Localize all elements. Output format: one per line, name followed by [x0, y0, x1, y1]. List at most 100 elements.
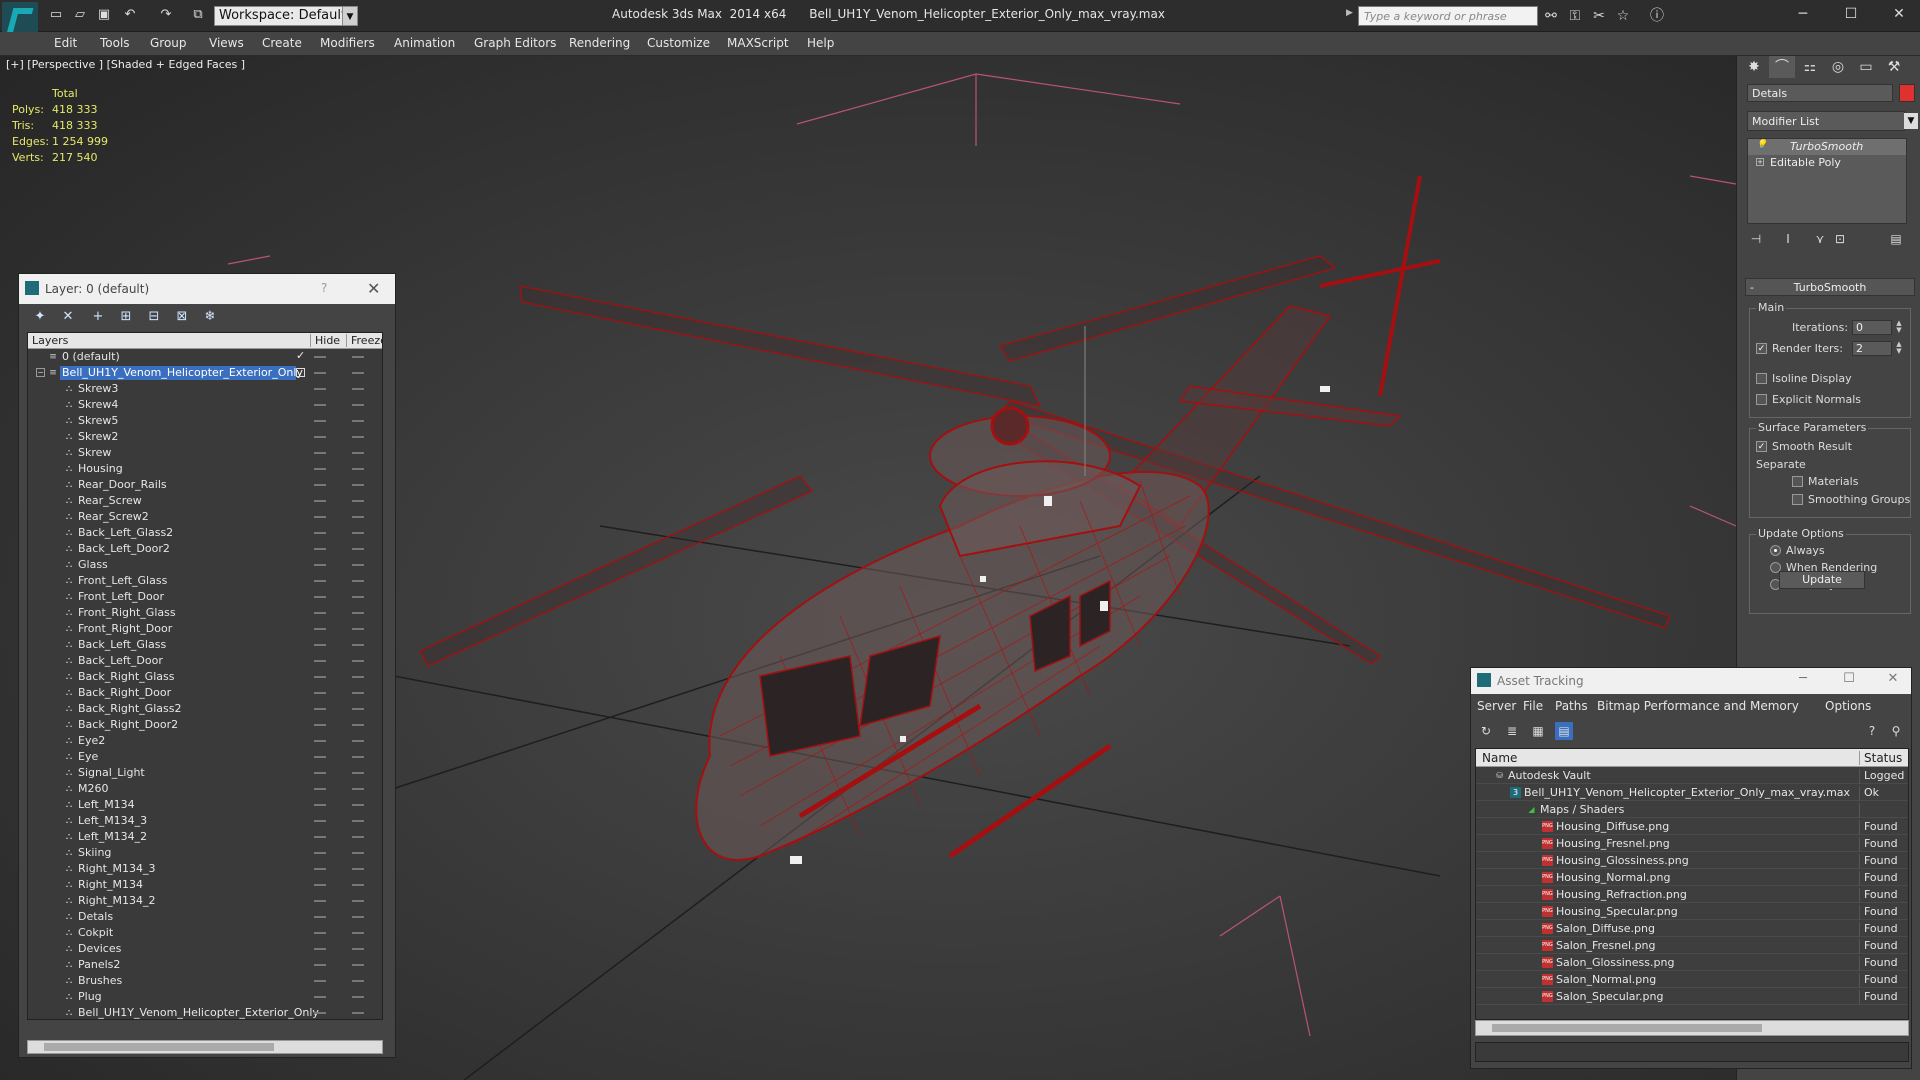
- asset-row[interactable]: PNG Salon_Normal.png Found: [1476, 971, 1908, 988]
- hide-toggle[interactable]: [314, 356, 326, 358]
- layer-row[interactable]: ⛬ Right_M134_2: [28, 893, 382, 909]
- freeze-toggle[interactable]: [352, 452, 364, 454]
- layer-row[interactable]: ⛬ Back_Right_Glass: [28, 669, 382, 685]
- expand-icon[interactable]: [36, 352, 45, 361]
- freeze-toggle[interactable]: [352, 468, 364, 470]
- freeze-toggle[interactable]: [352, 788, 364, 790]
- chevron-down-icon[interactable]: ▼: [1904, 113, 1918, 129]
- hide-toggle[interactable]: [314, 516, 326, 518]
- scrollbar-thumb[interactable]: [1492, 1024, 1762, 1032]
- asset-menu-paths[interactable]: Paths: [1555, 699, 1588, 713]
- layer-row[interactable]: ⛬ Back_Right_Door2: [28, 717, 382, 733]
- layer-row[interactable]: − ≡ Bell_UH1Y_Venom_Helicopter_Exterior_On…: [28, 365, 382, 381]
- open-file-icon[interactable]: ▱: [72, 7, 88, 23]
- asset-menu-options[interactable]: Options: [1825, 699, 1871, 713]
- freeze-toggle[interactable]: [352, 932, 364, 934]
- freeze-toggle[interactable]: [352, 388, 364, 390]
- layer-row[interactable]: ⛬ Right_M134: [28, 877, 382, 893]
- layer-row[interactable]: ⛬ Back_Left_Glass: [28, 637, 382, 653]
- close-icon[interactable]: ✕: [367, 279, 380, 298]
- freeze-toggle[interactable]: [352, 900, 364, 902]
- freeze-toggle[interactable]: [352, 948, 364, 950]
- hide-toggle[interactable]: [314, 628, 326, 630]
- hide-toggle[interactable]: [314, 820, 326, 822]
- redo-icon[interactable]: ↷: [158, 7, 174, 23]
- asset-path-field[interactable]: [1475, 1042, 1909, 1062]
- hide-toggle[interactable]: [314, 612, 326, 614]
- add-to-layer-icon[interactable]: +: [89, 308, 107, 326]
- freeze-toggle[interactable]: [352, 852, 364, 854]
- freeze-toggle[interactable]: [352, 500, 364, 502]
- asset-row[interactable]: ⛁ Autodesk Vault Logged O: [1476, 767, 1908, 784]
- freeze-toggle[interactable]: [352, 740, 364, 742]
- viewport-label[interactable]: [+] [Perspective ] [Shaded + Edged Faces…: [6, 58, 245, 71]
- layer-row[interactable]: ⛬ Front_Right_Glass: [28, 605, 382, 621]
- smoothing-groups-checkbox[interactable]: [1792, 494, 1803, 505]
- set-current-layer-icon[interactable]: [296, 368, 305, 377]
- layer-row[interactable]: ⛬ Housing: [28, 461, 382, 477]
- asset-row[interactable]: PNG Salon_Glossiness.png Found: [1476, 954, 1908, 971]
- freeze-toggle[interactable]: [352, 756, 364, 758]
- freeze-toggle[interactable]: [352, 596, 364, 598]
- layer-row[interactable]: ⛬ Front_Left_Glass: [28, 573, 382, 589]
- horizontal-scrollbar[interactable]: [1475, 1020, 1909, 1036]
- freeze-toggle[interactable]: [352, 372, 364, 374]
- column-status[interactable]: Status: [1859, 751, 1902, 765]
- hide-toggle[interactable]: [314, 948, 326, 950]
- save-icon[interactable]: ▣: [96, 7, 112, 23]
- table-view-icon[interactable]: ▤: [1555, 722, 1573, 740]
- menu-maxscript[interactable]: MAXScript: [727, 36, 789, 50]
- list-view-icon[interactable]: ≣: [1503, 722, 1521, 740]
- hide-toggle[interactable]: [314, 996, 326, 998]
- freeze-toggle[interactable]: [352, 420, 364, 422]
- minimize-icon[interactable]: ─: [1791, 671, 1815, 689]
- make-unique-icon[interactable]: ⋎: [1811, 232, 1829, 250]
- hide-toggle[interactable]: [314, 1012, 326, 1014]
- layer-row[interactable]: ⛬ Left_M134_3: [28, 813, 382, 829]
- materials-checkbox[interactable]: [1792, 476, 1803, 487]
- community-icon[interactable]: ✂: [1590, 7, 1608, 25]
- stack-item-turbosmooth[interactable]: 💡 TurboSmooth: [1748, 139, 1906, 155]
- update-button[interactable]: Update: [1779, 571, 1865, 589]
- layer-row[interactable]: ⛬ Skrew4: [28, 397, 382, 413]
- asset-row[interactable]: PNG Housing_Glossiness.png Found: [1476, 852, 1908, 869]
- menu-graph-editors[interactable]: Graph Editors: [474, 36, 556, 50]
- freeze-toggle[interactable]: [352, 628, 364, 630]
- layer-row[interactable]: ⛬ Plug: [28, 989, 382, 1005]
- asset-row[interactable]: ◢ Maps / Shaders: [1476, 801, 1908, 818]
- hide-toggle[interactable]: [314, 884, 326, 886]
- select-objects-icon[interactable]: ⊞: [117, 308, 135, 326]
- freeze-toggle[interactable]: [352, 884, 364, 886]
- asset-row[interactable]: PNG Housing_Normal.png Found: [1476, 869, 1908, 886]
- menu-rendering[interactable]: Rendering: [569, 36, 630, 50]
- layer-row[interactable]: ⛬ Skiing: [28, 845, 382, 861]
- freeze-toggle[interactable]: [352, 484, 364, 486]
- column-layers[interactable]: Layers: [32, 334, 68, 347]
- hide-toggle[interactable]: [314, 916, 326, 918]
- asset-row[interactable]: PNG Salon_Specular.png Found: [1476, 988, 1908, 1005]
- hide-all-icon[interactable]: ⊠: [173, 308, 191, 326]
- layer-row[interactable]: ⛬ Brushes: [28, 973, 382, 989]
- star-icon[interactable]: ☆: [1614, 7, 1632, 25]
- hierarchy-tab-icon[interactable]: ⚏: [1797, 56, 1823, 78]
- spinner-arrows-icon[interactable]: ▲ ▼: [1894, 320, 1904, 335]
- layer-row[interactable]: ⛬ Rear_Door_Rails: [28, 477, 382, 493]
- layer-row[interactable]: ⛬ Back_Right_Glass2: [28, 701, 382, 717]
- layer-row[interactable]: ⛬ Back_Right_Door: [28, 685, 382, 701]
- layer-row[interactable]: ⛬ Rear_Screw: [28, 493, 382, 509]
- freeze-toggle[interactable]: [352, 692, 364, 694]
- hide-toggle[interactable]: [314, 580, 326, 582]
- layer-row[interactable]: ⛬ Left_M134: [28, 797, 382, 813]
- layer-row[interactable]: ⛬ Skrew3: [28, 381, 382, 397]
- help-icon[interactable]: ?: [321, 281, 327, 295]
- utilities-tab-icon[interactable]: ⚒: [1881, 56, 1907, 78]
- layer-row[interactable]: ⛬ Skrew5: [28, 413, 382, 429]
- layer-row[interactable]: ⛬ Skrew2: [28, 429, 382, 445]
- close-icon[interactable]: ✕: [1884, 4, 1914, 24]
- menu-edit[interactable]: Edit: [54, 36, 77, 50]
- hide-toggle[interactable]: [314, 772, 326, 774]
- help-icon[interactable]: ⓘ: [1648, 7, 1666, 25]
- menu-create[interactable]: Create: [262, 36, 302, 50]
- freeze-toggle[interactable]: [352, 564, 364, 566]
- freeze-toggle[interactable]: [352, 820, 364, 822]
